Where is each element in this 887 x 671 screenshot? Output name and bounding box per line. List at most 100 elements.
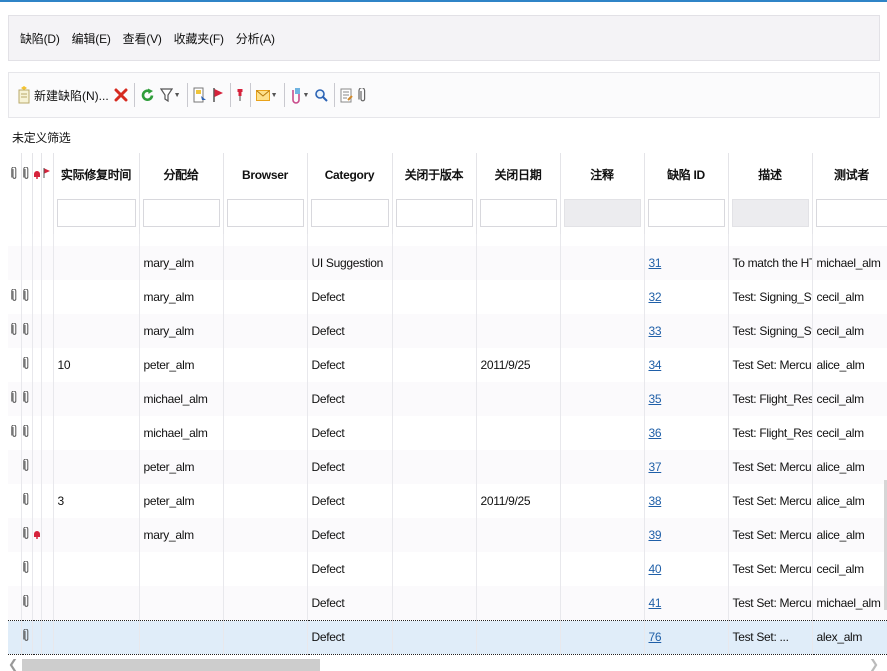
flag-button[interactable] (212, 82, 224, 108)
flag-column-header[interactable] (41, 153, 54, 196)
menu-analysis[interactable]: 分析(A) (236, 30, 275, 47)
attach-button[interactable]: ▼ (290, 82, 310, 108)
cell-description: Test: Signing_Str... (728, 280, 813, 314)
table-row[interactable]: michael_alm Defect 36 Test: Flight_Res...ce… (8, 416, 887, 450)
defect-id-link[interactable]: 35 (649, 392, 662, 406)
flag-cell (41, 552, 54, 586)
find-button[interactable] (314, 82, 329, 108)
horizontal-scrollbar[interactable]: ❮ ❯ (8, 657, 887, 671)
attachment2-cell (21, 246, 33, 280)
notes-button[interactable] (340, 82, 354, 108)
attachment2-cell (21, 484, 33, 518)
defect-id-link[interactable]: 76 (649, 630, 662, 644)
filter-input-detected-by[interactable] (815, 199, 887, 227)
cell-detected-by: alice_alm (812, 348, 887, 382)
cell-closing-date: 2011/9/25 (476, 348, 561, 382)
column-header-detected-by[interactable]: 测试者 (812, 153, 887, 196)
column-header-assigned-to[interactable]: 分配给 (139, 153, 224, 196)
attachment-cell (8, 416, 22, 450)
delete-button[interactable] (114, 82, 128, 108)
defect-id-link[interactable]: 39 (649, 528, 662, 542)
cell-closing-date (476, 246, 561, 280)
scroll-right-arrow-icon[interactable]: ❯ (869, 657, 879, 671)
cell-category: Defect (307, 484, 393, 518)
column-header-description[interactable]: 描述 (728, 153, 813, 196)
paperclip-icon (11, 424, 18, 441)
filter-input-closed-in-version[interactable] (395, 199, 473, 227)
defect-id-link[interactable]: 37 (649, 460, 662, 474)
table-row[interactable]: Defect 40 Test Set: Mercur...cecil_alm (8, 552, 887, 586)
defect-id-link[interactable]: 38 (649, 494, 662, 508)
filter-input-category[interactable] (310, 199, 389, 227)
column-header-browser[interactable]: Browser (223, 153, 308, 196)
table-row[interactable]: Defect 76 Test Set: ... alex_alm (8, 619, 887, 655)
menu-edit[interactable]: 编辑(E) (72, 30, 111, 47)
cell-closed-in-version (392, 619, 477, 655)
filter-dropdown-caret[interactable]: ▼ (174, 92, 181, 99)
cell-closed-in-version (392, 382, 477, 416)
alert-column-header[interactable] (32, 153, 42, 196)
scroll-left-arrow-icon[interactable]: ❮ (8, 657, 18, 671)
table-row[interactable]: mary_alm Defect 32 Test: Signing_Str...ceci… (8, 280, 887, 314)
attach-dropdown-caret[interactable]: ▼ (303, 92, 310, 99)
table-row[interactable]: Defect 41 Test Set: Mercur...michael_alm (8, 586, 887, 620)
table-row[interactable]: mary_alm Defect 33 Test: Signing_Str...ceci… (8, 314, 887, 348)
cell-defect-id: 76 (644, 619, 729, 655)
refresh-icon (140, 88, 155, 103)
filter-input-closing-date[interactable] (479, 199, 557, 227)
defect-id-link[interactable]: 34 (649, 358, 662, 372)
attachment2-cell (21, 348, 33, 382)
column-header-actual-fix-time[interactable]: 实际修复时间 (53, 153, 140, 196)
defect-id-link[interactable]: 32 (649, 290, 662, 304)
defect-id-link[interactable]: 40 (649, 562, 662, 576)
defect-id-link[interactable]: 31 (649, 256, 662, 270)
cell-category: Defect (307, 552, 393, 586)
flag-cell (41, 382, 54, 416)
flag-cell (41, 619, 54, 655)
cell-assigned-to: peter_alm (139, 484, 224, 518)
attachment-cell (8, 552, 22, 586)
defect-id-link[interactable]: 33 (649, 324, 662, 338)
refresh-button[interactable] (140, 82, 155, 108)
find-icon (314, 88, 329, 102)
new-defect-button[interactable]: 新建缺陷(N)... (17, 82, 109, 108)
filter-input-assigned-to[interactable] (142, 199, 220, 227)
column-header-closing-date[interactable]: 关闭日期 (476, 153, 561, 196)
column-header-comments[interactable]: 注释 (560, 153, 645, 196)
table-row[interactable]: mary_alm UI Suggestion 31 To match the HT..… (8, 246, 887, 280)
column-header-category[interactable]: Category (307, 153, 393, 196)
cell-defect-id: 35 (644, 382, 729, 416)
cell-browser (223, 314, 308, 348)
table-row[interactable]: peter_alm Defect 37 Test Set: Mercur...alic… (8, 450, 887, 484)
go-to-defect-button[interactable] (193, 82, 207, 108)
alert-cell (32, 619, 42, 655)
table-row[interactable]: 3 peter_alm Defect 2011/9/25 38 Test Set: Mer… (8, 484, 887, 518)
attachment-column-header[interactable] (8, 153, 22, 196)
cell-description: Test: Signing_Str... (728, 314, 813, 348)
mail-dropdown-caret[interactable]: ▼ (271, 92, 278, 99)
column-header-closed-in-version[interactable]: 关闭于版本 (392, 153, 477, 196)
cell-closed-in-version (392, 552, 477, 586)
menu-defects[interactable]: 缺陷(D) (20, 30, 60, 47)
filter-button[interactable]: ▼ (159, 82, 181, 108)
table-row[interactable]: michael_alm Defect 35 Test: Flight_Res...ce… (8, 382, 887, 416)
menu-view[interactable]: 查看(V) (123, 30, 162, 47)
filter-input-browser[interactable] (226, 199, 304, 227)
flag-icon (212, 87, 224, 103)
defect-id-link[interactable]: 41 (649, 596, 662, 610)
cell-comments (560, 314, 645, 348)
paperclip-button[interactable] (358, 82, 367, 108)
pin-button[interactable] (236, 82, 244, 108)
defect-id-link[interactable]: 36 (649, 426, 662, 440)
filter-input-defect-id[interactable] (647, 199, 725, 227)
table-row[interactable]: mary_alm Defect 39 Test Set: Mercur...alice… (8, 518, 887, 552)
horizontal-scroll-thumb[interactable] (22, 659, 320, 671)
menu-favorites[interactable]: 收藏夹(F) (174, 30, 224, 47)
column-header-defect-id[interactable]: 缺陷 ID (644, 153, 729, 196)
filter-input-actual-fix-time[interactable] (56, 199, 136, 227)
mail-button[interactable]: ▼ (255, 82, 278, 108)
cell-closed-in-version (392, 484, 477, 518)
attachment2-column-header[interactable] (21, 153, 33, 196)
table-row[interactable]: 10 peter_alm Defect 2011/9/25 34 Test Set: Me… (8, 348, 887, 382)
menu-bar: 缺陷(D) 编辑(E) 查看(V) 收藏夹(F) 分析(A) (8, 15, 880, 61)
